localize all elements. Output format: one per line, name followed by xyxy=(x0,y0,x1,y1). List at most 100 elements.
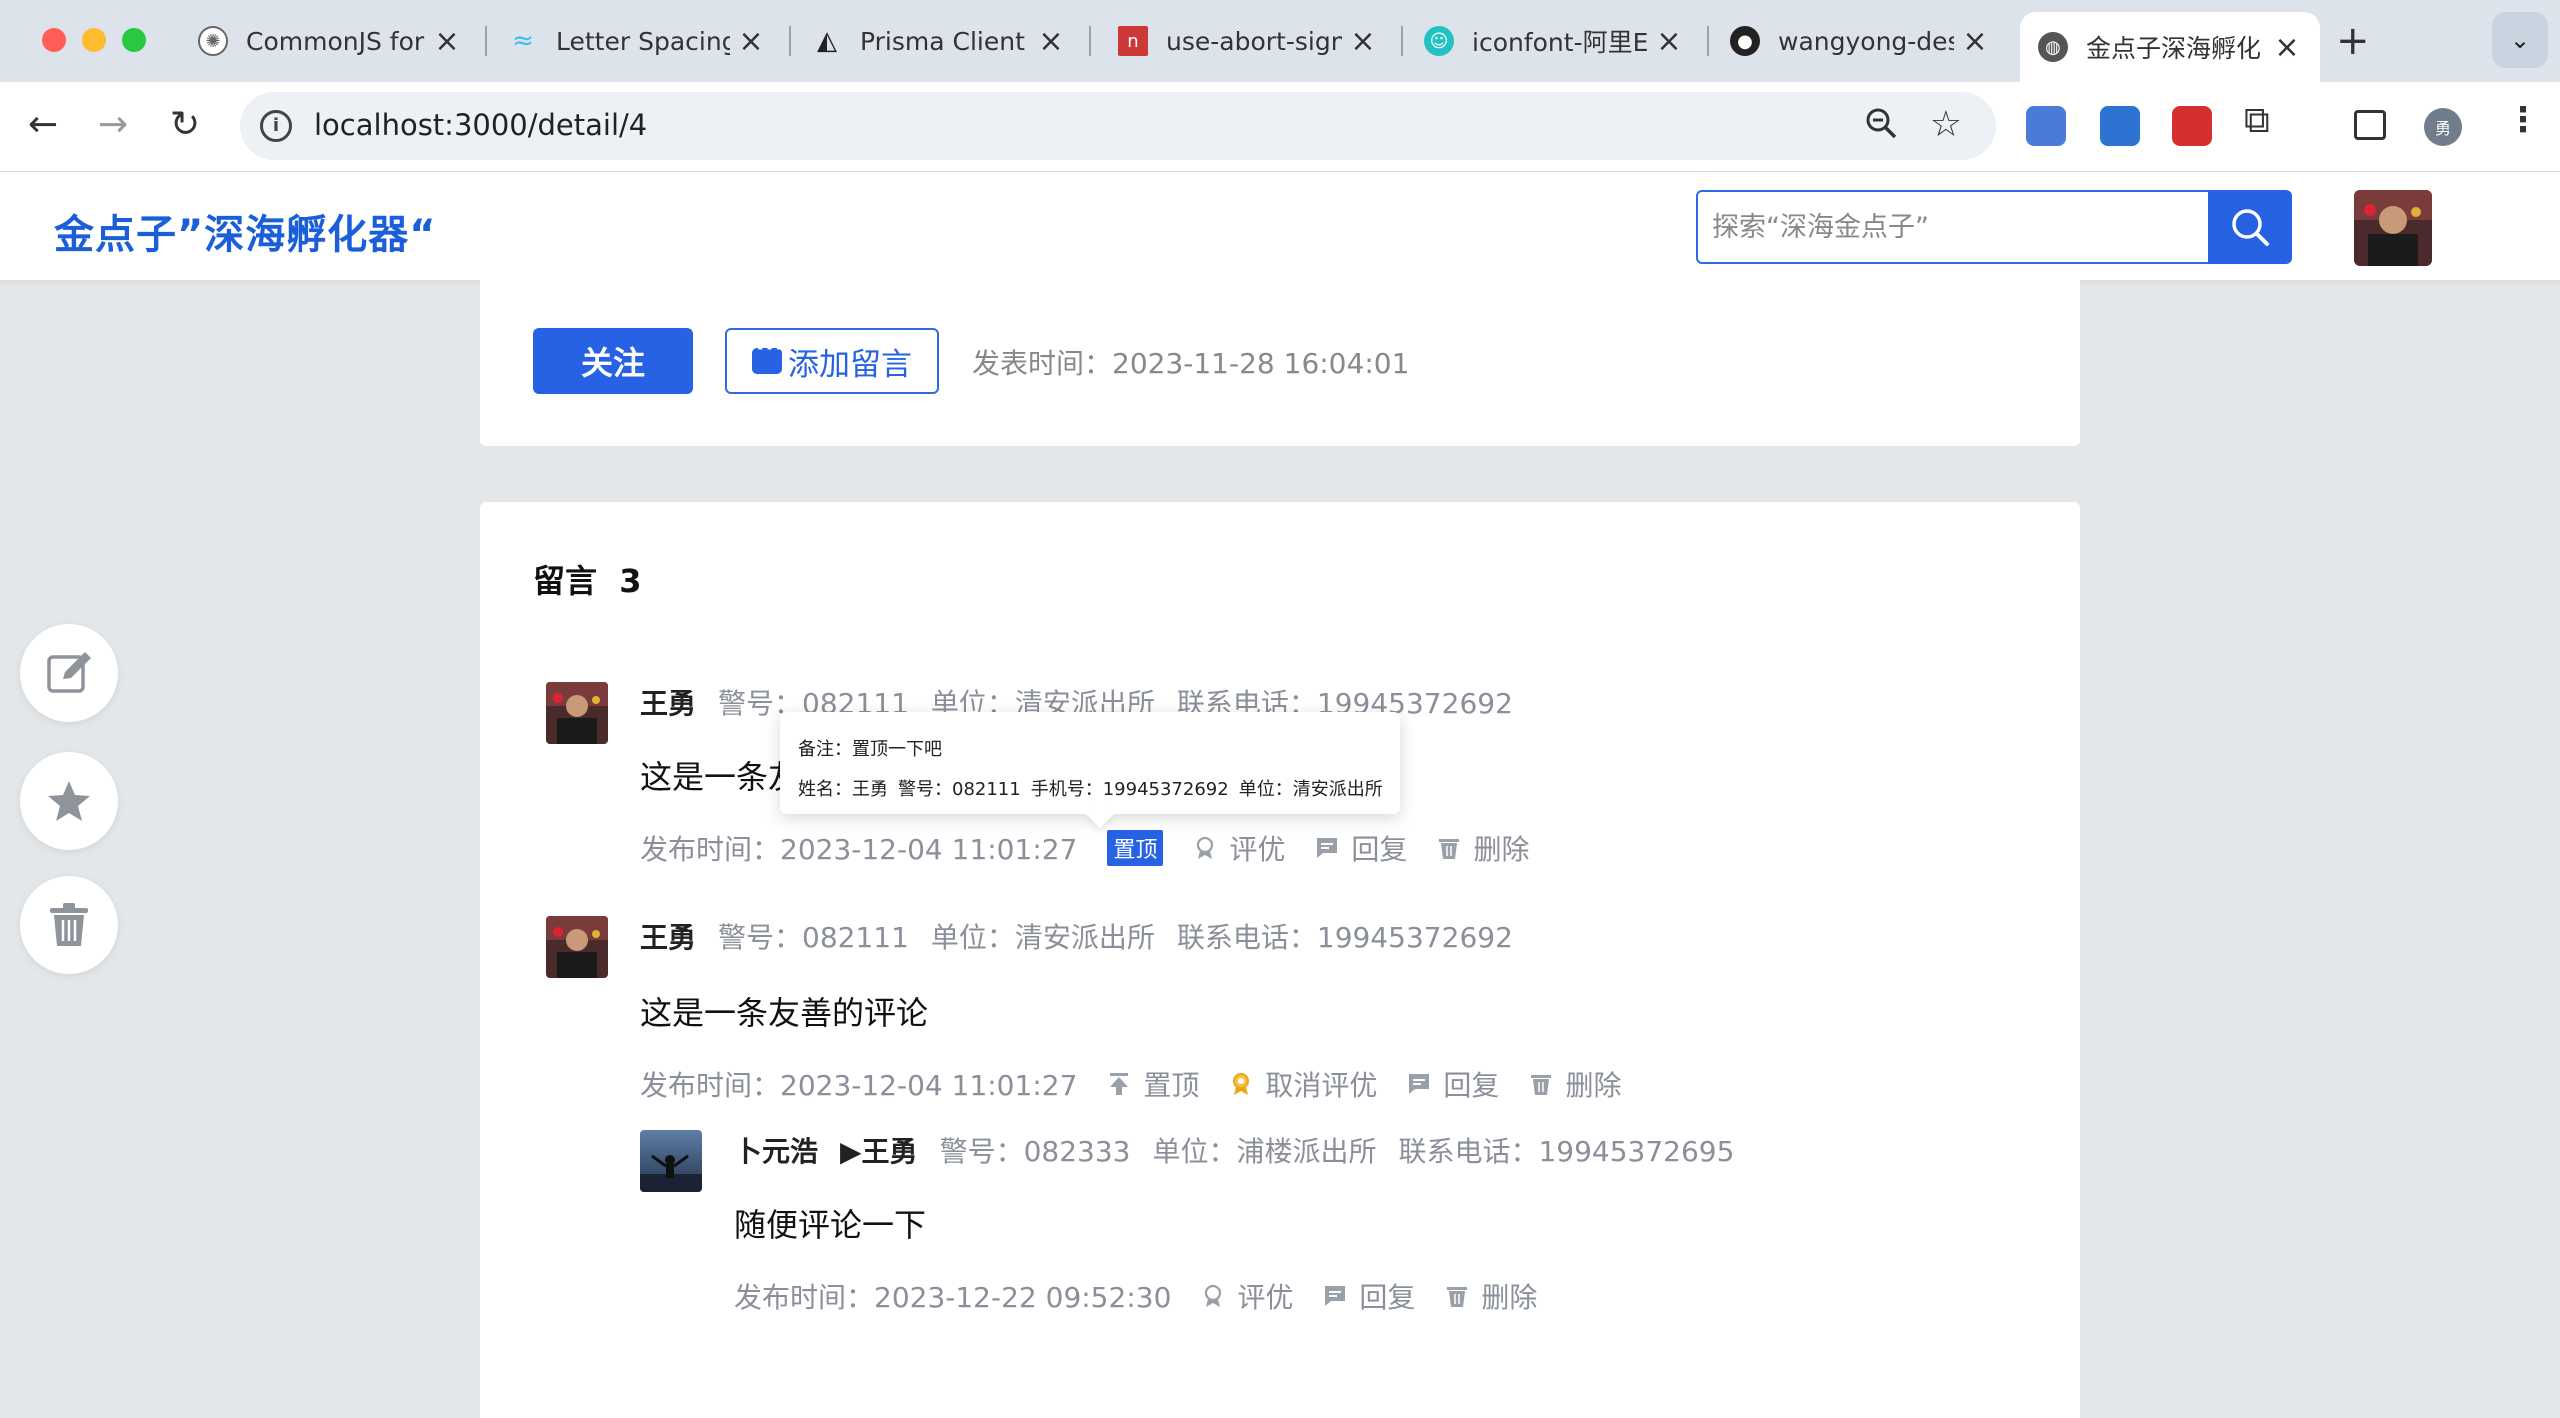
search-box xyxy=(1696,190,2292,264)
commenter-info: 王勇 警号：082111 单位：清安派出所 联系电话：19945372692 xyxy=(640,916,1535,956)
rate-label: 评优 xyxy=(1229,833,1286,866)
extension-red-icon[interactable] xyxy=(2172,106,2212,146)
rate-button[interactable]: 评优 xyxy=(1193,828,1285,868)
tab-close-icon[interactable]: × xyxy=(1036,24,1066,59)
iconfont-icon: ☺ xyxy=(1424,26,1454,56)
commenter-avatar[interactable] xyxy=(640,1130,702,1192)
site-info-icon[interactable]: i xyxy=(260,110,292,142)
comment-actions: 发布时间：2023-12-04 11:01:27 置顶 取消评优 回复 删除 xyxy=(640,1064,1621,1104)
tab-label: iconfont-阿里E xyxy=(1472,28,1648,57)
chatgpt-icon: ✺ xyxy=(198,26,228,56)
browser-tab[interactable]: ≈ Letter Spacing × xyxy=(490,14,784,68)
browser-tab-bar: ✺ CommonJS for × ≈ Letter Spacing × ◭ Pr… xyxy=(0,0,2560,82)
commenter-info: 卜元浩 ▶王勇 警号：082333 单位：浦楼派出所 联系电话：19945372695 xyxy=(734,1130,1756,1170)
user-avatar[interactable] xyxy=(2354,190,2432,266)
translate-extension-icon[interactable] xyxy=(2026,106,2066,146)
side-panel-icon[interactable] xyxy=(2354,110,2386,140)
address-bar[interactable]: i localhost:3000/detail/4 ☆ xyxy=(240,92,1996,160)
commenter-avatar[interactable] xyxy=(546,916,608,978)
rate-button[interactable]: 评优 xyxy=(1201,1276,1293,1316)
pin-label: 置顶 xyxy=(1143,1069,1200,1102)
pin-button[interactable]: 置顶 xyxy=(1107,1064,1199,1104)
tab-separator xyxy=(1707,26,1709,56)
tab-close-icon[interactable]: × xyxy=(2272,30,2302,65)
extension-blue-icon[interactable] xyxy=(2100,106,2140,146)
zoom-icon[interactable] xyxy=(1864,106,1898,148)
search-button[interactable] xyxy=(2208,190,2292,264)
commenter-badge-no: 警号：082333 xyxy=(939,1135,1131,1168)
tab-separator xyxy=(1401,26,1403,56)
browser-tab-active[interactable]: ◍ 金点子深海孵化 × xyxy=(2020,12,2320,82)
delete-button[interactable]: 删除 xyxy=(1529,1064,1621,1104)
reply-button[interactable]: 回复 xyxy=(1407,1064,1499,1104)
bookmark-star-icon[interactable]: ☆ xyxy=(1930,104,1962,145)
post-action-card: 关注 添加留言 发表时间：2023-11-28 16:04:01 xyxy=(480,280,2080,446)
commenter-name[interactable]: 卜元浩 xyxy=(734,1135,818,1168)
commenter-phone: 联系电话：19945372692 xyxy=(1176,921,1513,954)
window-zoom-button[interactable] xyxy=(122,28,146,52)
delete-post-button[interactable] xyxy=(20,876,118,974)
back-arrow-icon[interactable]: ← xyxy=(28,104,58,145)
reply-button[interactable]: 回复 xyxy=(1323,1276,1415,1316)
tab-search-icon[interactable]: ⌄ xyxy=(2492,12,2548,68)
window-close-button[interactable] xyxy=(42,28,66,52)
reload-icon[interactable]: ↻ xyxy=(170,104,200,145)
browser-menu-icon[interactable]: ⋮ xyxy=(2506,100,2546,140)
trash-icon xyxy=(1447,1287,1468,1307)
tab-label: 金点子深海孵化 xyxy=(2086,34,2262,63)
prisma-icon: ◭ xyxy=(817,26,837,56)
tab-close-icon[interactable]: × xyxy=(1960,24,1990,59)
browser-tab[interactable]: ✺ CommonJS for × xyxy=(180,14,480,68)
browser-tab[interactable]: n use-abort-sign × xyxy=(1100,14,1396,68)
delete-button[interactable]: 删除 xyxy=(1437,828,1529,868)
tab-separator xyxy=(789,26,791,56)
add-comment-button[interactable]: 添加留言 xyxy=(725,328,939,394)
site-logo[interactable]: 金点子”深海孵化器“ xyxy=(54,202,437,260)
comment-actions: 发布时间：2023-12-22 09:52:30 评优 回复 删除 xyxy=(734,1276,1537,1316)
delete-button[interactable]: 删除 xyxy=(1445,1276,1537,1316)
tab-separator xyxy=(485,26,487,56)
reply-button[interactable]: 回复 xyxy=(1315,828,1407,868)
search-input[interactable] xyxy=(1696,190,2208,264)
browser-toolbar: ← → ↻ i localhost:3000/detail/4 ☆ ⧉ 勇 ⋮ xyxy=(0,82,2560,172)
forward-arrow-icon[interactable]: → xyxy=(98,104,128,145)
pin-top-icon xyxy=(1110,1073,1129,1095)
window-minimize-button[interactable] xyxy=(82,28,106,52)
comment-icon xyxy=(752,336,784,374)
profile-avatar[interactable]: 勇 xyxy=(2424,108,2462,146)
commenter-name[interactable]: 王勇 xyxy=(640,921,696,954)
npm-icon: n xyxy=(1118,26,1148,56)
comment-time: 发布时间：2023-12-04 11:01:27 xyxy=(640,1069,1078,1102)
reply-label: 回复 xyxy=(1359,1281,1416,1314)
extensions-puzzle-icon[interactable]: ⧉ xyxy=(2244,100,2284,141)
edit-button[interactable] xyxy=(20,624,118,722)
tab-close-icon[interactable]: × xyxy=(736,24,766,59)
award-icon xyxy=(1205,1284,1222,1307)
reply-icon xyxy=(1325,1286,1346,1306)
commenter-name[interactable]: 王勇 xyxy=(640,687,696,720)
browser-tab[interactable]: ● wangyong-des × xyxy=(1712,14,2008,68)
delete-label: 删除 xyxy=(1565,1069,1622,1102)
award-gold-icon xyxy=(1233,1073,1250,1095)
tab-close-icon[interactable]: × xyxy=(1654,24,1684,59)
comment-time: 发布时间：2023-12-04 11:01:27 xyxy=(640,833,1078,866)
reply-to-name[interactable]: ▶王勇 xyxy=(840,1135,918,1168)
tab-close-icon[interactable]: × xyxy=(1348,24,1378,59)
tab-close-icon[interactable]: × xyxy=(432,24,462,59)
browser-tab[interactable]: ☺ iconfont-阿里E × xyxy=(1406,14,1702,68)
tab-label: wangyong-des xyxy=(1778,26,1954,56)
favorite-button[interactable] xyxy=(20,752,118,850)
reply-label: 回复 xyxy=(1351,833,1408,866)
reply-label: 回复 xyxy=(1443,1069,1500,1102)
address-bar-url[interactable]: localhost:3000/detail/4 xyxy=(314,108,647,142)
pinned-badge[interactable]: 置顶 xyxy=(1107,830,1164,866)
commenter-avatar[interactable] xyxy=(546,682,608,744)
trash-icon xyxy=(1439,839,1460,859)
tab-label: Letter Spacing xyxy=(556,26,730,56)
new-tab-icon[interactable]: + xyxy=(2336,18,2370,64)
cancel-rate-button[interactable]: 取消评优 xyxy=(1229,1064,1377,1104)
follow-button[interactable]: 关注 xyxy=(533,328,693,394)
delete-label: 删除 xyxy=(1473,833,1530,866)
tailwind-icon: ≈ xyxy=(512,26,534,56)
browser-tab[interactable]: ◭ Prisma Client / × xyxy=(794,14,1084,68)
